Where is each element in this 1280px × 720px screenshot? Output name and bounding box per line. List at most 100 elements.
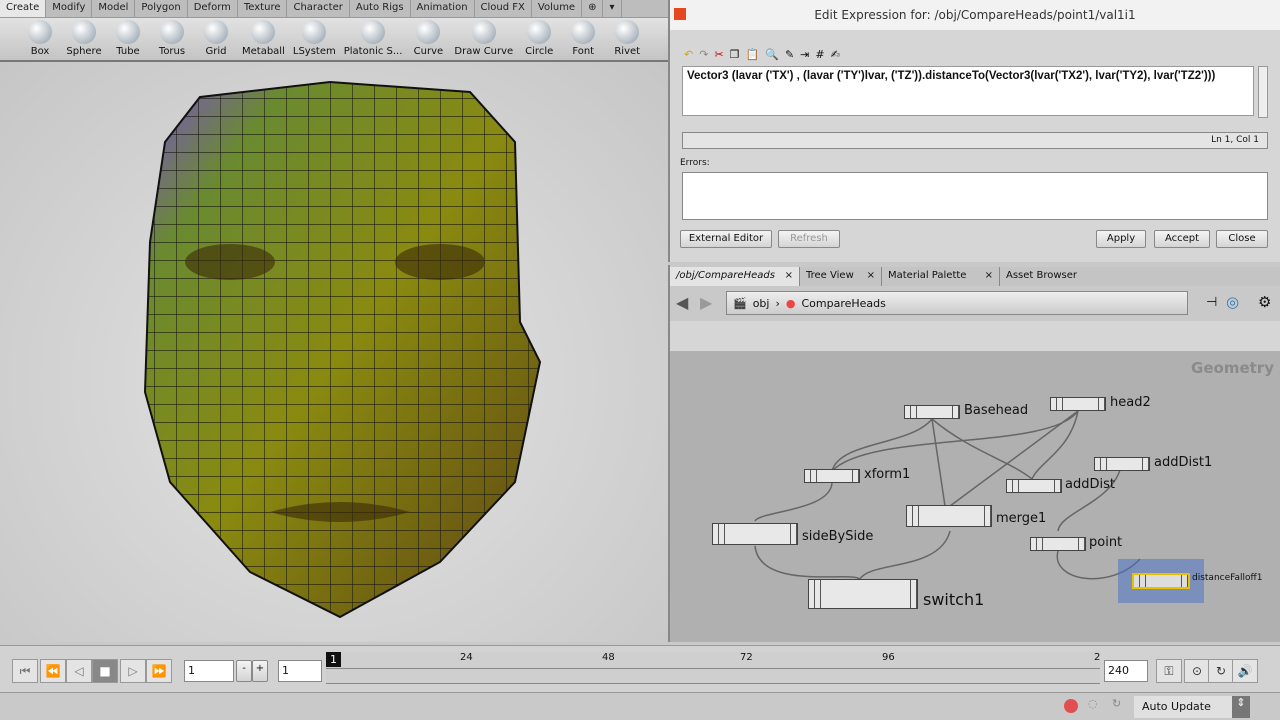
realtime-icon[interactable]: ⊙ xyxy=(1184,659,1210,683)
expression-scrollbar[interactable] xyxy=(1258,66,1268,118)
shelf-tab-texture[interactable]: Texture xyxy=(238,0,288,17)
node-point[interactable] xyxy=(1030,537,1086,551)
link-icon[interactable]: ◎ xyxy=(1226,293,1239,311)
jump-start-button[interactable]: ⏮ xyxy=(12,659,38,683)
tab-asset-browser[interactable]: Asset Browser xyxy=(1000,267,1280,286)
copy-icon[interactable]: ❐ xyxy=(730,48,740,61)
network-editor: /obj/CompareHeads × Tree View × Material P… xyxy=(668,265,1280,642)
node-Basehead[interactable] xyxy=(904,405,960,419)
indent-icon[interactable]: ⇥ xyxy=(800,48,809,61)
box-icon xyxy=(28,20,52,44)
paste-icon[interactable]: 📋 xyxy=(746,48,760,61)
cut-icon[interactable]: ✂ xyxy=(714,48,723,61)
tool-label: Font xyxy=(572,46,595,57)
accept-button[interactable]: Accept xyxy=(1154,230,1210,248)
audio-icon[interactable]: 🔊 xyxy=(1232,659,1258,683)
shelf-tab-cloud-fx[interactable]: Cloud FX xyxy=(475,0,532,17)
tool-rivet[interactable]: Rivet xyxy=(605,18,649,60)
key-icon[interactable]: ⚿ xyxy=(1156,659,1182,683)
plus-icon[interactable]: ⊕ xyxy=(582,0,604,17)
forward-arrow-icon[interactable]: ▶ xyxy=(700,293,712,312)
tool-label: Sphere xyxy=(66,46,102,57)
tool-box[interactable]: Box xyxy=(18,18,62,60)
node-addDist[interactable] xyxy=(1006,479,1062,493)
node-distanceFalloff1[interactable] xyxy=(1132,573,1190,589)
shelf-tab-character[interactable]: Character xyxy=(287,0,350,17)
shelf-tab-auto-rigs[interactable]: Auto Rigs xyxy=(350,0,411,17)
redo-icon[interactable]: ↷ xyxy=(699,48,708,61)
shelf-tab-deform[interactable]: Deform xyxy=(188,0,238,17)
update-icon[interactable]: ◌ xyxy=(1088,697,1098,710)
replace-icon[interactable]: ✎ xyxy=(785,48,794,61)
external-editor-button[interactable]: External Editor xyxy=(680,230,772,248)
3d-viewport[interactable] xyxy=(0,62,668,642)
tool-platonic-s-[interactable]: Platonic S... xyxy=(340,18,407,60)
menu-chevron-icon[interactable]: ▾ xyxy=(603,0,622,17)
expression-input[interactable]: Vector3 (lavar ('TX') , (lavar ('TY')lva… xyxy=(682,66,1254,116)
update-mode-select[interactable]: Auto Update xyxy=(1134,696,1232,718)
shelf-tab-polygon[interactable]: Polygon xyxy=(135,0,188,17)
tool-font[interactable]: Font xyxy=(561,18,605,60)
play-button[interactable]: ▷ xyxy=(120,659,146,683)
close-tab-icon[interactable]: × xyxy=(985,270,993,281)
tool-torus[interactable]: Torus xyxy=(150,18,194,60)
tool-metaball[interactable]: Metaball xyxy=(238,18,289,60)
refresh-icon[interactable]: ↻ xyxy=(1112,697,1121,710)
jump-end-button[interactable]: ⏩ xyxy=(146,659,172,683)
close-tab-icon[interactable]: × xyxy=(785,270,793,281)
path-compareheads[interactable]: CompareHeads xyxy=(802,297,886,310)
refresh-button[interactable]: Refresh xyxy=(778,230,840,248)
shelf-tab-animation[interactable]: Animation xyxy=(411,0,475,17)
shelf-tab-volume[interactable]: Volume xyxy=(532,0,583,17)
frame-decrement-button[interactable]: - xyxy=(236,660,252,682)
close-tab-icon[interactable]: × xyxy=(867,270,875,281)
shelf-tab-create[interactable]: Create xyxy=(0,0,47,17)
tool-draw-curve[interactable]: Draw Curve xyxy=(450,18,517,60)
node-sideBySide[interactable] xyxy=(712,523,798,545)
timeline-slider[interactable]: 1 24 48 72 96 2 xyxy=(326,652,1100,684)
timeline-cursor[interactable]: 1 xyxy=(326,652,341,667)
node-switch1[interactable] xyxy=(808,579,918,609)
shelf-tab-model[interactable]: Model xyxy=(92,0,136,17)
shelf-tabs: Create Modify Model Polygon Deform Texture Cha… xyxy=(0,0,668,18)
apply-button[interactable]: Apply xyxy=(1096,230,1146,248)
node-xform1[interactable] xyxy=(804,469,860,483)
play-reverse-button[interactable]: ◁ xyxy=(66,659,92,683)
node-graph[interactable]: Geometry Basehead head2 xform1 addDist1 addD… xyxy=(670,351,1280,642)
tool-sphere[interactable]: Sphere xyxy=(62,18,106,60)
tool-curve[interactable]: Curve xyxy=(406,18,450,60)
comment-icon[interactable]: # xyxy=(815,48,824,61)
close-button[interactable]: Close xyxy=(1216,230,1268,248)
chevron-updown-icon[interactable]: ⇕ xyxy=(1232,696,1250,718)
back-arrow-icon[interactable]: ◀ xyxy=(676,293,688,312)
current-frame-input[interactable]: 1 xyxy=(184,660,234,682)
curve-icon xyxy=(416,20,441,44)
end-frame-input[interactable]: 240 xyxy=(1104,660,1148,682)
tab-tree-view[interactable]: Tree View × xyxy=(800,267,882,286)
tab-material-palette[interactable]: Material Palette × xyxy=(882,267,1000,286)
shelf-tab-modify[interactable]: Modify xyxy=(46,0,93,17)
node-addDist1[interactable] xyxy=(1094,457,1150,471)
tab-network[interactable]: /obj/CompareHeads × xyxy=(670,267,800,286)
path-obj[interactable]: obj xyxy=(753,297,770,310)
error-icon[interactable] xyxy=(1064,699,1078,713)
start-frame-input[interactable]: 1 xyxy=(278,660,322,682)
undo-icon[interactable]: ↶ xyxy=(684,48,693,61)
node-head2[interactable] xyxy=(1050,397,1106,411)
frame-increment-button[interactable]: + xyxy=(252,660,268,682)
path-bar[interactable]: 🎬 obj › ● CompareHeads xyxy=(726,291,1188,315)
loop-icon[interactable]: ↻ xyxy=(1208,659,1234,683)
node-merge1[interactable] xyxy=(906,505,992,527)
node-label: sideBySide xyxy=(802,529,874,544)
step-back-key-button[interactable]: ⏪ xyxy=(40,659,66,683)
pin-icon[interactable]: ⊣ xyxy=(1206,295,1217,310)
edit-icon[interactable]: ✍ xyxy=(831,48,840,61)
tool-circle[interactable]: Circle xyxy=(517,18,561,60)
stop-button[interactable]: ■ xyxy=(92,659,118,683)
tool-lsystem[interactable]: LSystem xyxy=(289,18,340,60)
find-icon[interactable]: 🔍 xyxy=(765,48,779,61)
network-toolbar xyxy=(670,321,1280,351)
gear-icon[interactable]: ⚙ xyxy=(1258,293,1271,311)
tool-grid[interactable]: Grid xyxy=(194,18,238,60)
tool-tube[interactable]: Tube xyxy=(106,18,150,60)
